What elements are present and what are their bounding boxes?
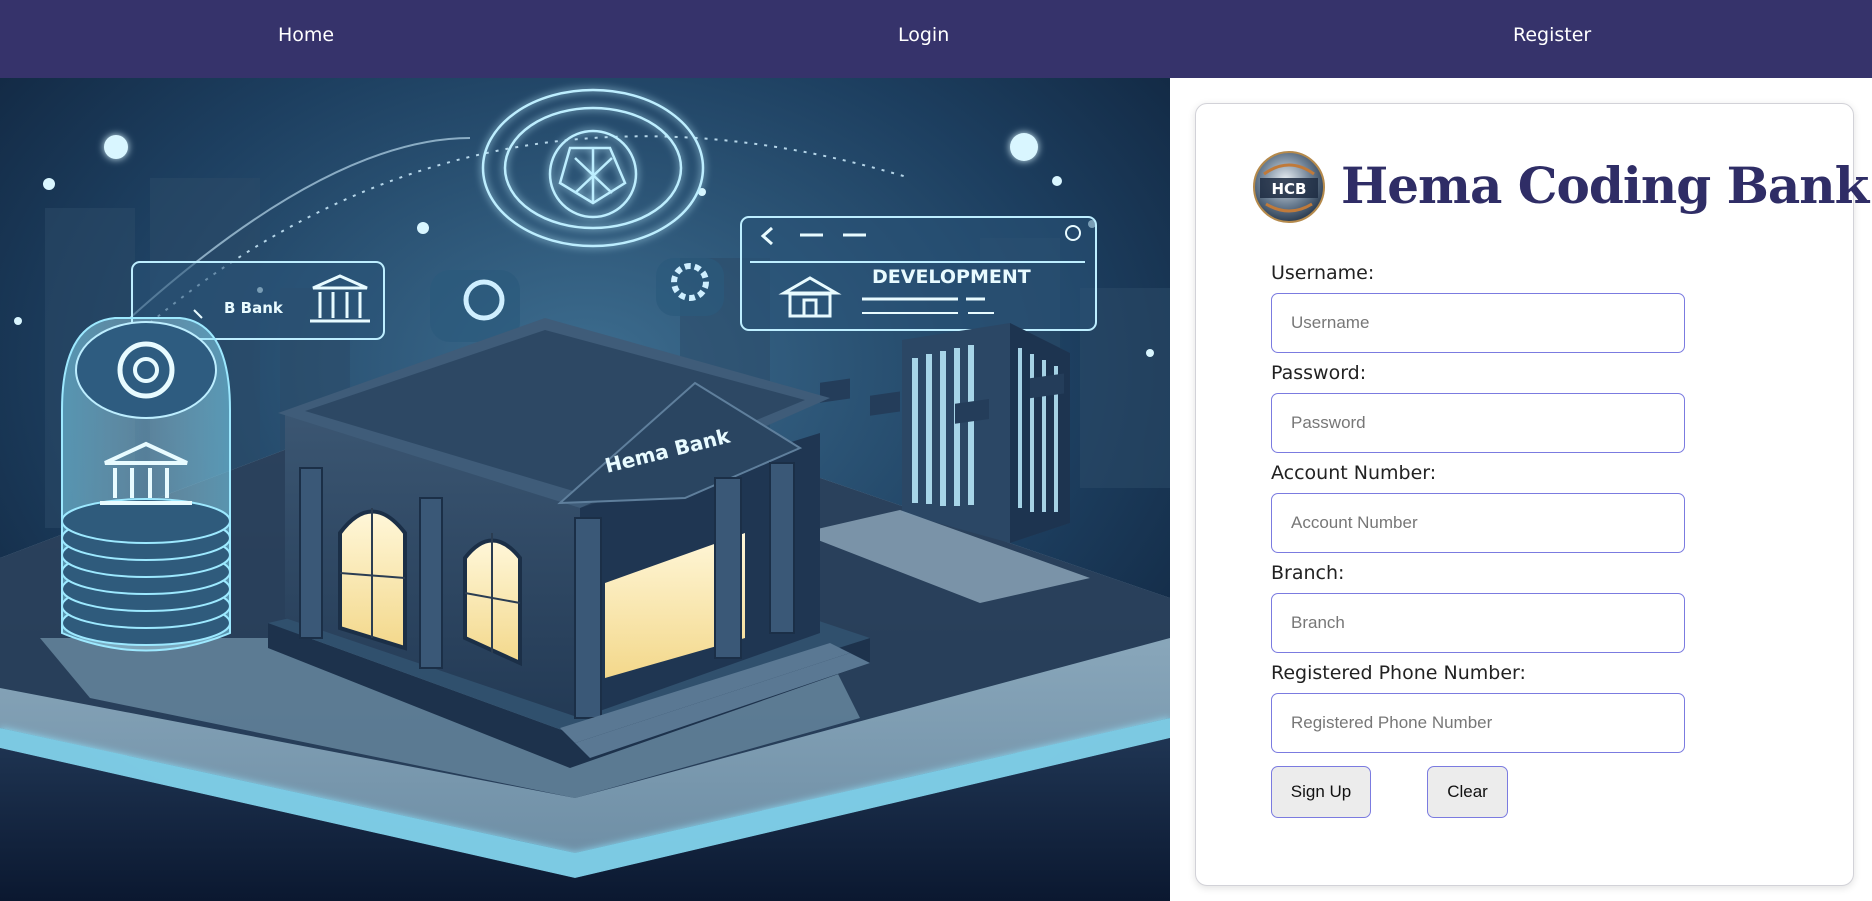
card-right-text: DEVELOPMENT bbox=[872, 266, 1031, 288]
top-nav: Home Login Register bbox=[0, 0, 1872, 78]
account-number-input[interactable] bbox=[1271, 493, 1685, 553]
hero-illustration: B Bank DEVELOPMENT Hema Bank bbox=[0, 78, 1170, 901]
nav-home-link[interactable]: Home bbox=[278, 20, 334, 50]
card-left-text: B Bank bbox=[224, 299, 284, 317]
phone-input[interactable] bbox=[1271, 693, 1685, 753]
clear-button[interactable]: Clear bbox=[1427, 766, 1508, 818]
bank-logo-icon: HCB bbox=[1253, 151, 1325, 223]
password-input[interactable] bbox=[1271, 393, 1685, 453]
sign-up-button[interactable]: Sign Up bbox=[1271, 766, 1371, 818]
logo-text: HCB bbox=[1272, 180, 1307, 198]
bank-illustration: B Bank DEVELOPMENT Hema Bank bbox=[0, 78, 1170, 901]
account-number-label: Account Number: bbox=[1271, 462, 1437, 484]
branch-input[interactable] bbox=[1271, 593, 1685, 653]
username-label: Username: bbox=[1271, 262, 1375, 284]
nav-login-link[interactable]: Login bbox=[898, 20, 949, 50]
username-input[interactable] bbox=[1271, 293, 1685, 353]
branch-label: Branch: bbox=[1271, 562, 1345, 584]
register-panel: HCB Hema Coding Bank Username: Password:… bbox=[1195, 103, 1869, 886]
phone-label: Registered Phone Number: bbox=[1271, 662, 1526, 684]
password-label: Password: bbox=[1271, 362, 1367, 384]
bank-title: Hema Coding Bank bbox=[1341, 156, 1869, 215]
nav-register-link[interactable]: Register bbox=[1513, 20, 1591, 50]
